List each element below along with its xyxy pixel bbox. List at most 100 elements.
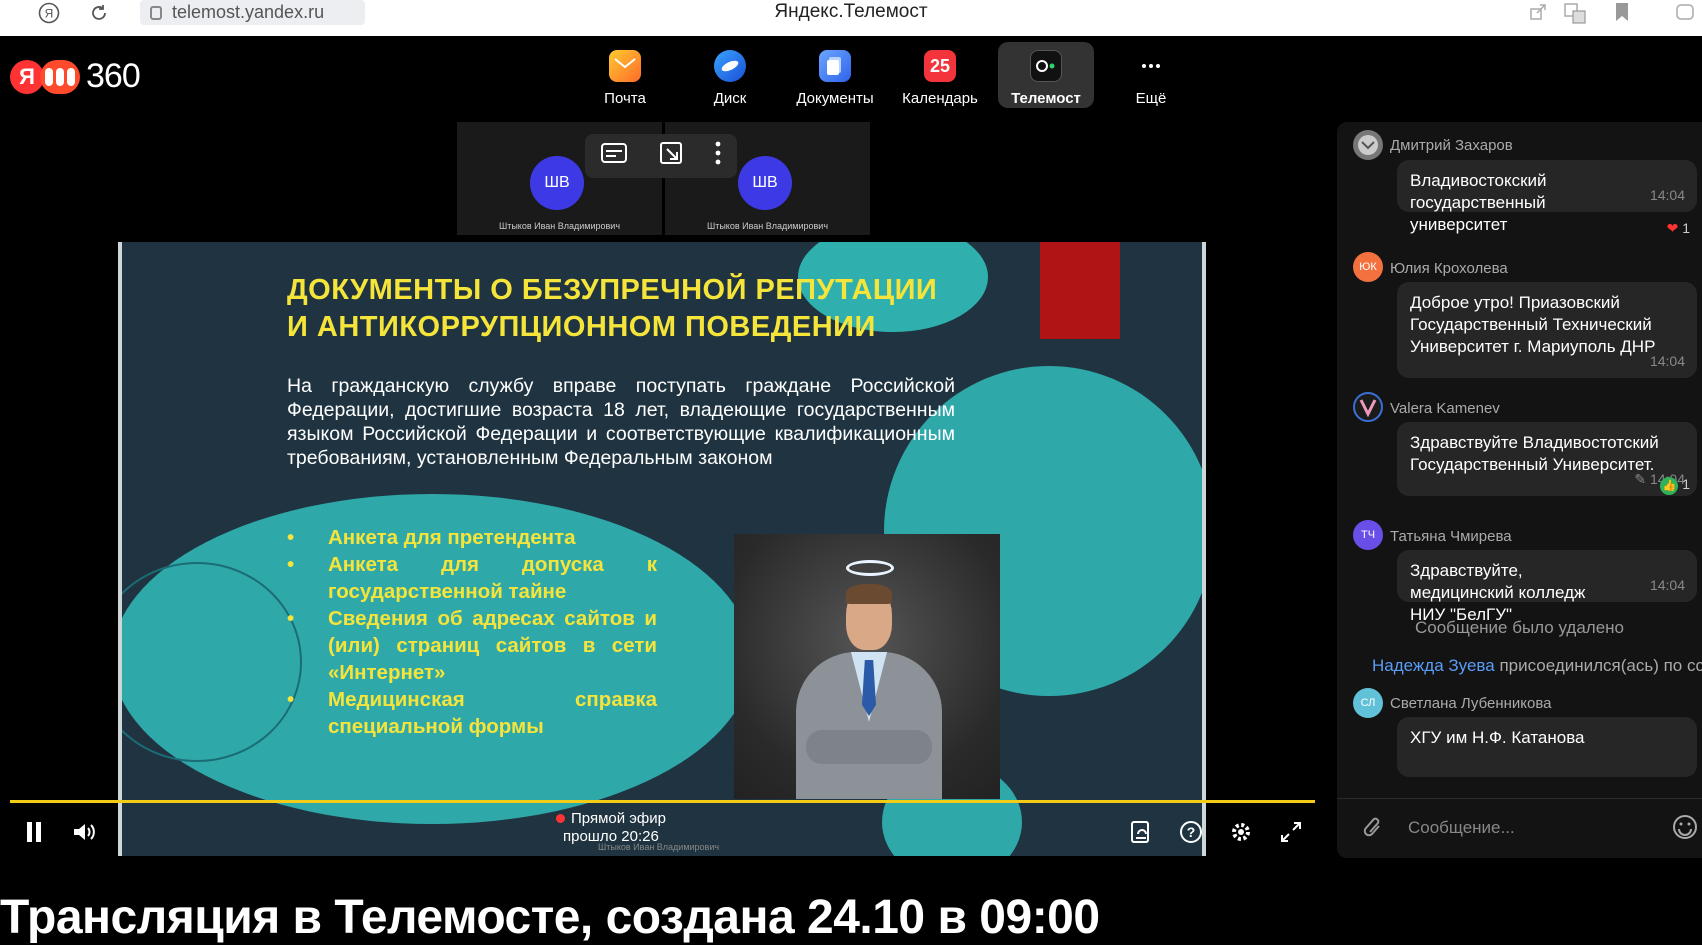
address-bar[interactable]: telemost.yandex.ru xyxy=(140,0,365,25)
service-label: Почта xyxy=(604,90,646,107)
svg-text:?: ? xyxy=(1187,824,1196,840)
message-time: 14:04 xyxy=(1649,187,1685,203)
tabs-icon[interactable] xyxy=(1563,2,1587,29)
subtitles-icon[interactable] xyxy=(601,143,627,169)
video-player[interactable]: ШВ Штыков Иван Владимирович ШВ Штыков Ив… xyxy=(0,122,1327,858)
avatar xyxy=(1353,392,1383,422)
message-bubble[interactable]: ХГУ им Н.Ф. Катанова xyxy=(1397,717,1697,777)
heart-icon: ❤ xyxy=(1666,220,1679,236)
avatar: ШВ xyxy=(738,156,792,210)
bullet: Сведения об адресах сайтов и (или) стран… xyxy=(287,605,657,686)
broadcast-heading: Трансляция в Телемосте, создана 24.10 в … xyxy=(0,891,1100,944)
message-author: Светлана Лубенникова xyxy=(1390,695,1552,712)
message-bubble[interactable]: Здравствуйте, медицинский колледж НИУ "Б… xyxy=(1397,550,1697,624)
message-bubble[interactable]: Здравствуйте Владивостотский Государстве… xyxy=(1397,422,1697,496)
service-telemost[interactable]: Телемост xyxy=(998,42,1094,108)
message-text: Здравствуйте Владивостотский Государстве… xyxy=(1410,433,1659,474)
settings-gear-button[interactable] xyxy=(1226,814,1256,850)
presentation-slide: ДОКУМЕНТЫ О БЕЗУПРЕЧНОЙ РЕПУТАЦИИ И АНТИ… xyxy=(118,242,1206,856)
service-documents[interactable]: Документы xyxy=(787,42,883,108)
decor-red-rect xyxy=(1040,242,1120,339)
360-dots-icon xyxy=(40,59,80,94)
attach-paperclip-icon[interactable] xyxy=(1362,815,1384,848)
message-author: Дмитрий Захаров xyxy=(1390,137,1513,154)
message-author: Valera Kamenev xyxy=(1390,400,1500,417)
url-text: telemost.yandex.ru xyxy=(172,2,325,22)
calendar-date-badge: 25 xyxy=(929,55,951,76)
message-text: Доброе утро! Приазовский Государственный… xyxy=(1410,293,1656,356)
live-progress-bar[interactable] xyxy=(10,800,1315,803)
participant-name: Штыков Иван Владимирович xyxy=(498,221,621,231)
avatar xyxy=(1353,130,1383,160)
pause-button[interactable] xyxy=(20,814,48,850)
share-icon[interactable] xyxy=(1528,2,1548,27)
message-text: Здравствуйте, медицинский колледж НИУ "Б… xyxy=(1410,561,1586,624)
service-calendar[interactable]: 25 Календарь xyxy=(892,42,988,108)
message-time: 14:04 xyxy=(1649,353,1685,369)
pip-icon[interactable] xyxy=(659,141,683,171)
lock-icon xyxy=(150,5,162,20)
logo-text: 360 xyxy=(86,57,141,95)
bullet: Анкета для допуска к государственной тай… xyxy=(287,551,657,605)
thumbs-up-icon: 👍 xyxy=(1660,477,1679,495)
participant-name: Штыков Иван Владимирович xyxy=(706,221,829,231)
slide-body: На гражданскую службу вправе поступать г… xyxy=(287,375,955,469)
reaction-heart[interactable]: ❤ 1 xyxy=(1667,220,1690,237)
app-header: Я 360 Почта Диск Документы 25 Календарь … xyxy=(0,36,1702,116)
tile-toolbar xyxy=(585,134,737,178)
join-user-link[interactable]: Надежда Зуева xyxy=(1372,656,1495,675)
message-input[interactable]: Сообщение... xyxy=(1408,818,1515,838)
extensions-icon[interactable] xyxy=(1675,2,1697,29)
slide-bullets: Анкета для претендента Анкета для допуск… xyxy=(287,524,657,740)
join-notice: Надежда Зуева присоединился(ась) по сс xyxy=(1372,656,1702,675)
slide-photo-man-with-halo xyxy=(734,534,1000,799)
help-button[interactable]: ? xyxy=(1176,814,1206,850)
service-mail[interactable]: Почта xyxy=(577,42,673,108)
service-more[interactable]: Ещё xyxy=(1103,42,1199,108)
ya-logo-icon: Я xyxy=(10,59,44,94)
live-status: Прямой эфир прошло 20:26 xyxy=(556,810,666,846)
cloud-disk-icon xyxy=(714,50,746,82)
reaction-thumbs-up[interactable]: 👍 1 xyxy=(1660,476,1690,495)
message-author: Татьяна Чмирева xyxy=(1390,528,1512,545)
avatar: ТЧ xyxy=(1353,520,1383,550)
deleted-message-notice: Сообщение было удалено xyxy=(1414,618,1624,637)
volume-button[interactable] xyxy=(70,814,100,850)
avatar: ЮК xyxy=(1353,252,1383,282)
service-disk[interactable]: Диск xyxy=(682,42,778,108)
speaker-name-overlay: Штыков Иван Владимирович xyxy=(598,842,720,852)
emoji-icon[interactable] xyxy=(1672,814,1698,847)
message-bubble[interactable]: Доброе утро! Приазовский Государственный… xyxy=(1397,282,1697,378)
yandex-browser-icon[interactable]: Я xyxy=(35,0,63,26)
transcript-button[interactable] xyxy=(1126,814,1156,850)
service-label: Ещё xyxy=(1135,90,1167,107)
service-label: Диск xyxy=(713,90,747,107)
tile-more-icon[interactable] xyxy=(715,141,721,171)
bullet: Медицинская справка специальной формы xyxy=(287,686,657,740)
mail-icon xyxy=(609,50,641,82)
chat-panel: Дмитрий Захаров Владивостокский государс… xyxy=(1337,122,1702,858)
bookmark-icon[interactable] xyxy=(1614,2,1630,27)
message-bubble[interactable]: Владивостокский государственный универси… xyxy=(1397,160,1697,234)
browser-toolbar: Я telemost.yandex.ru Яндекс.Телемост xyxy=(0,0,1702,36)
svg-text:Я: Я xyxy=(45,7,54,21)
live-label: Прямой эфир xyxy=(571,810,666,827)
yandex-360-logo[interactable]: Я 360 xyxy=(10,57,141,96)
documents-icon xyxy=(819,50,851,82)
telemost-icon xyxy=(1030,50,1062,82)
chat-input-bar: Сообщение... xyxy=(1337,798,1702,858)
reload-icon[interactable] xyxy=(86,0,112,26)
message-author: Юлия Крохолева xyxy=(1390,260,1508,277)
avatar: ШВ xyxy=(530,156,584,210)
message-text: ХГУ им Н.Ф. Катанова xyxy=(1410,728,1585,747)
message-time: 14:04 xyxy=(1649,577,1685,593)
message-text: Владивостокский государственный универси… xyxy=(1410,171,1547,234)
service-label: Календарь xyxy=(902,90,978,107)
live-dot-icon xyxy=(556,814,565,823)
edited-pencil-icon: ✎ xyxy=(1634,471,1647,487)
fullscreen-button[interactable] xyxy=(1276,814,1306,850)
avatar: СЛ xyxy=(1353,688,1383,718)
slide-title: ДОКУМЕНТЫ О БЕЗУПРЕЧНОЙ РЕПУТАЦИИ И АНТИ… xyxy=(287,274,938,343)
service-label: Телемост xyxy=(1011,90,1081,107)
service-label: Документы xyxy=(796,90,874,107)
